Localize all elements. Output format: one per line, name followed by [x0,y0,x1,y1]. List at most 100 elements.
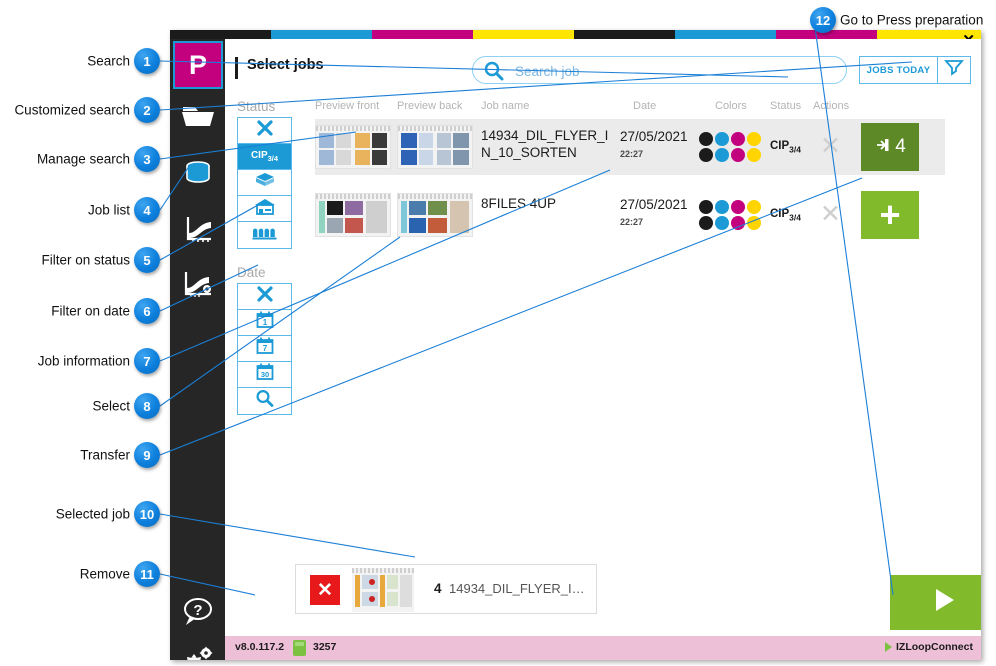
play-icon [926,583,960,622]
selected-job-name: 14934_DIL_FLYER_I… [449,581,585,596]
funnel-icon [944,58,964,83]
date-filter-1-day[interactable]: 1 [238,310,291,336]
rail-item-curve-settings[interactable] [170,259,225,311]
col-preview-front: Preview front [315,100,380,112]
calendar-icon: 30 [255,362,275,387]
warehouse-icon [254,197,276,221]
callout-badge-11: 11 [134,561,160,587]
plus-icon: + [879,194,901,235]
col-date[interactable]: Date [633,100,656,112]
search-icon [255,389,275,413]
connection-status: IZLoopConnect [885,641,973,653]
content-header: Select jobs JOBS TODAY [225,39,981,97]
status-filter-cip[interactable]: CIP3/4 [238,144,291,170]
serial-number: 3257 [313,641,337,653]
filter-toolbar: JOBS TODAY [859,56,971,84]
cross-icon [256,119,274,142]
screenshot-root: – ✕ P [0,0,996,666]
table-row[interactable]: 8FILES 4UP 27/05/2021 22:27 CIP3/4 ✕ + [315,187,945,243]
svg-text:?: ? [193,602,202,619]
callout-badge-7: 7 [134,348,160,374]
cmyk-segment [170,30,271,39]
svg-text:1: 1 [262,318,267,327]
job-table-header: Preview front Preview back Job name Date… [315,97,963,119]
job-name: 8FILES 4UP [481,196,557,211]
status-filter-stack[interactable] [238,222,291,248]
transfer-icon [874,137,890,158]
row-remove-button[interactable]: ✕ [820,134,841,159]
application-window: – ✕ P [170,30,981,660]
selected-job-card[interactable]: ✕ 4 14934_DIL_FLYER_I… [295,564,597,614]
rail-item-curve-chart[interactable] [170,204,225,256]
callout-badge-9: 9 [134,442,160,468]
search-icon [483,61,505,86]
job-colors [699,200,765,232]
curve-icon [181,215,215,245]
date-filter-30-days[interactable]: 30 [238,362,291,388]
rail-item-settings[interactable] [170,634,225,660]
svg-text:7: 7 [262,344,267,353]
cmyk-segment [776,30,877,39]
callout-badge-8: 8 [134,393,160,419]
row-remove-button[interactable]: ✕ [820,202,841,227]
callout-label-4: Job list [87,202,130,218]
transfer-button[interactable]: 4 [861,123,919,171]
search-input[interactable] [513,61,837,82]
date-filter-search[interactable] [238,388,291,414]
title-accent-bar [235,57,238,79]
preview-front-thumbnail[interactable] [315,193,391,237]
cmyk-segment [271,30,372,39]
status-badge: CIP3/4 [770,140,801,155]
cip-label: CIP3/4 [250,150,279,163]
add-job-button[interactable]: + [861,191,919,239]
gears-icon [181,645,215,660]
callout-badge-5: 5 [134,247,160,273]
database-icon [183,160,213,190]
press-preparation-logo-icon[interactable]: P [173,41,223,89]
rail-item-job-database[interactable] [170,149,225,201]
cmyk-title-strip [170,30,981,39]
callout-badge-1: 1 [134,48,160,74]
cmyk-segment [372,30,473,39]
rail-item-jobs-folder[interactable] [170,91,225,143]
date-filter-group: 1 7 30 [237,283,292,415]
version-label: v8.0.117.2 [235,641,285,653]
job-list: Preview front Preview back Job name Date… [315,97,981,597]
col-job-name: Job name [481,100,530,112]
preview-back-thumbnail[interactable] [397,193,473,237]
date-filter-label: Date [237,265,266,280]
folder-icon [181,104,215,130]
go-button[interactable] [890,575,981,630]
search-input-wrapper[interactable] [472,56,847,84]
cross-icon [256,285,274,308]
page-title: Select jobs [247,57,324,73]
clear-date-filter[interactable] [238,284,291,310]
cmyk-segment [675,30,776,39]
main-content: Select jobs JOBS TODAY [225,39,981,660]
status-bar: v8.0.117.2 3257 IZLoopConnect [225,636,981,660]
status-filter-warehouse[interactable] [238,196,291,222]
cmyk-segment [574,30,675,39]
status-filter-label: Status [237,99,276,114]
callout-badge-4: 4 [134,197,160,223]
callout-label-7: Job information [37,353,130,369]
connection-label: IZLoopConnect [896,641,973,653]
clear-status-filter[interactable] [238,118,291,144]
callout-label-1: Search [87,53,130,69]
press-icon [254,171,276,194]
jobs-today-button[interactable]: JOBS TODAY [860,57,938,83]
status-filter-press[interactable] [238,170,291,196]
preview-back-thumbnail[interactable] [397,125,473,169]
preview-front-thumbnail[interactable] [315,125,391,169]
stack-icon [252,226,278,245]
callout-label-11: Remove [79,566,130,582]
job-time: 22:27 [620,149,644,159]
callout-badge-2: 2 [134,97,160,123]
funnel-filter-button[interactable] [938,57,970,83]
rail-item-help[interactable]: ? [170,586,225,638]
remove-selected-job-button[interactable]: ✕ [310,575,340,605]
date-filter-7-days[interactable]: 7 [238,336,291,362]
selected-job-thumbnail [352,568,414,612]
table-row[interactable]: 14934_DIL_FLYER_IN_10_SORTEN 27/05/2021 … [315,119,945,175]
callout-badge-3: 3 [134,146,160,172]
